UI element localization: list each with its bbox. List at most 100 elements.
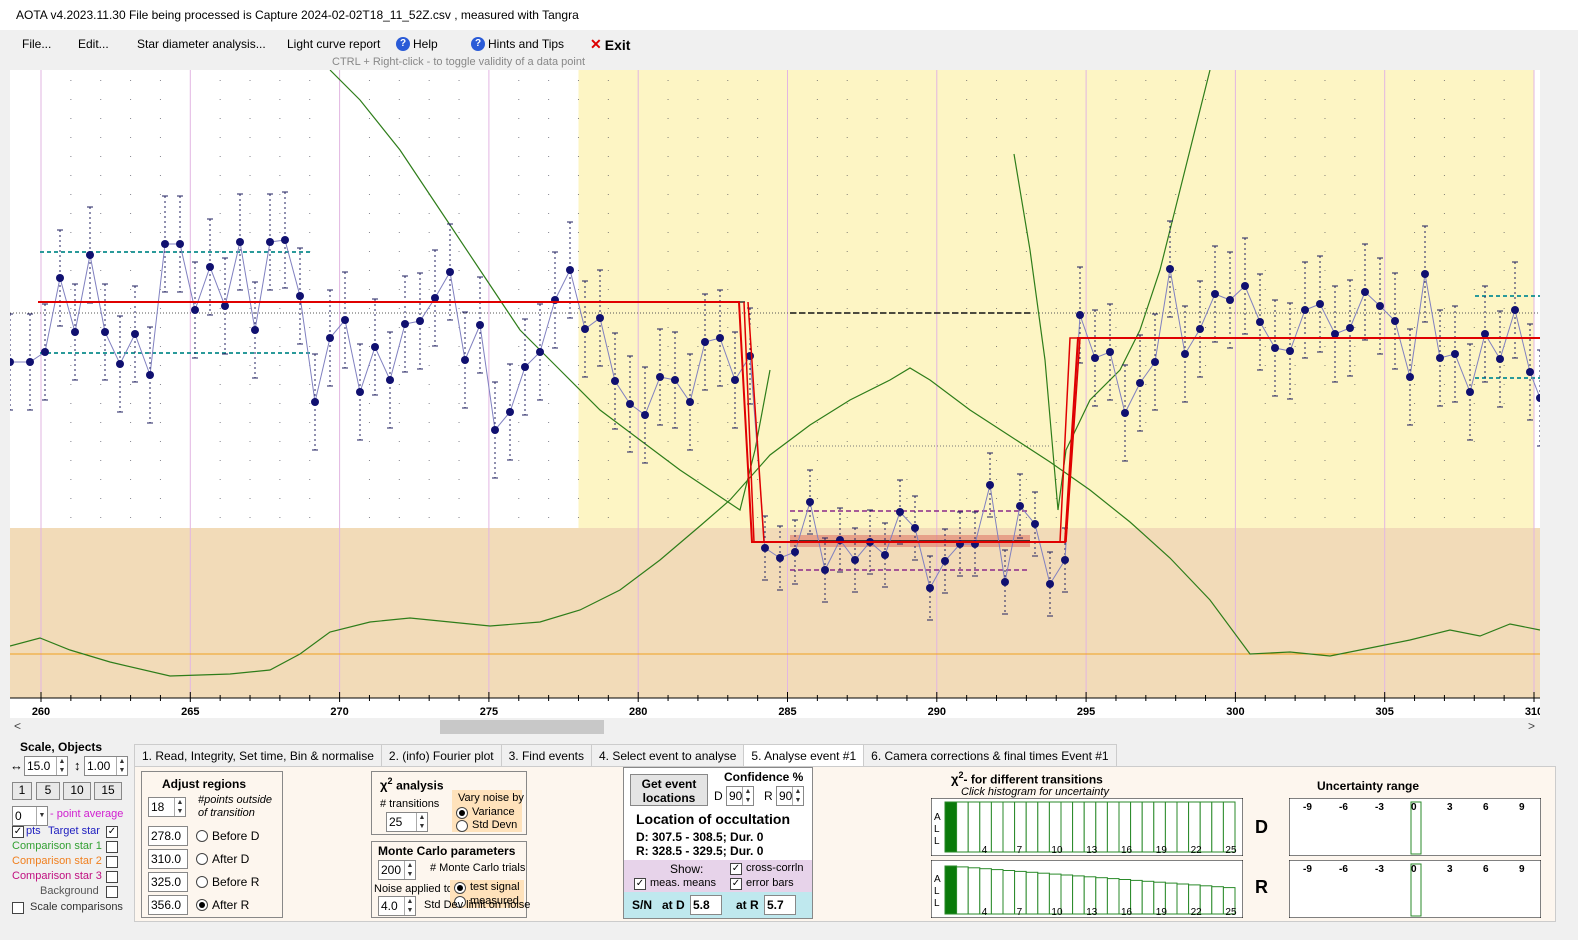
scale-btn-15[interactable]: 15 bbox=[94, 782, 122, 800]
conf-d-spinner[interactable]: 90 ▲ ▼ bbox=[726, 786, 754, 806]
scale-h-spinner[interactable]: 15.0 ▲ ▼ bbox=[24, 756, 68, 776]
before-d-field[interactable]: 278.0 bbox=[148, 826, 188, 846]
after-d-field[interactable]: 310.0 bbox=[148, 849, 188, 869]
scale-objects-panel: Scale, Objects ↔ 15.0 ▲ ▼ ↕ 1.00 ▲ ▼ 1 5 10 … bbox=[8, 738, 132, 918]
hist-bar bbox=[1072, 875, 1085, 915]
before-r-radio[interactable] bbox=[196, 876, 208, 888]
tab-find-events[interactable]: 3. Find events bbox=[500, 744, 592, 767]
spinner-arrows-icon[interactable]: ▲ ▼ bbox=[416, 813, 427, 831]
spinner-arrows-icon[interactable]: ▲ ▼ bbox=[404, 897, 415, 915]
menu-light-curve[interactable]: Light curve report bbox=[287, 37, 380, 51]
points-spinner[interactable]: 18 ▲ ▼ bbox=[148, 797, 186, 817]
hist-tick-label: 10 bbox=[1051, 907, 1063, 918]
after-r-field[interactable]: 356.0 bbox=[148, 895, 188, 915]
scale-btn-1[interactable]: 1 bbox=[12, 782, 32, 800]
spinner-arrows-icon[interactable]: ▲ ▼ bbox=[174, 798, 185, 816]
data-point bbox=[596, 314, 604, 322]
tab-analyse-event[interactable]: 5. Analyse event #1 bbox=[743, 744, 865, 767]
tab-camera-corrections[interactable]: 6. Camera corrections & final times Even… bbox=[863, 744, 1117, 767]
tab-fourier[interactable]: 2. (info) Fourier plot bbox=[380, 744, 502, 767]
data-point bbox=[131, 330, 139, 338]
after-d-radio[interactable] bbox=[196, 853, 208, 865]
data-point bbox=[206, 263, 214, 271]
hist-bar bbox=[1199, 801, 1213, 853]
test-signal-radio[interactable] bbox=[454, 882, 466, 894]
spinner-arrows-icon[interactable]: ▲ ▼ bbox=[792, 787, 803, 805]
scale-comp-checkbox[interactable] bbox=[12, 902, 24, 914]
data-point bbox=[1286, 347, 1294, 355]
menu-hints[interactable]: ? Hints and Tips bbox=[471, 37, 564, 51]
uncertainty-r[interactable]: -9 -6 -3 0 3 6 9 bbox=[1289, 860, 1541, 918]
data-point bbox=[1001, 578, 1009, 586]
tab-read[interactable]: 1. Read, Integrity, Set time, Bin & norm… bbox=[134, 744, 382, 767]
before-d-radio[interactable] bbox=[196, 830, 208, 842]
vary-label: Vary noise by bbox=[458, 792, 524, 804]
trials-spinner[interactable]: 200 ▲ ▼ bbox=[378, 860, 416, 880]
cross-checkbox[interactable]: ✓ bbox=[730, 863, 742, 875]
hist-bar bbox=[1176, 801, 1190, 853]
hist-bar bbox=[1176, 883, 1190, 915]
menu-exit[interactable]: ✕ Exit bbox=[590, 36, 630, 53]
pts-checkbox[interactable]: ✓ bbox=[12, 826, 24, 838]
scale-v-spinner[interactable]: 1.00 ▲ ▼ bbox=[84, 756, 128, 776]
menu-file[interactable]: File... bbox=[22, 37, 51, 51]
at-d-label: at D bbox=[662, 898, 685, 912]
get-event-line1: Get event bbox=[641, 777, 697, 791]
spinner-arrows-icon[interactable]: ▲ ▼ bbox=[742, 787, 753, 805]
menu-help[interactable]: ? Help bbox=[396, 37, 438, 51]
data-point bbox=[341, 316, 349, 324]
x-tick-label: 310 bbox=[1525, 706, 1540, 718]
variance-radio[interactable] bbox=[456, 807, 468, 819]
comp3-checkbox[interactable] bbox=[106, 871, 118, 883]
avg-dropdown[interactable]: 0 ▼ bbox=[12, 806, 48, 826]
uncertainty-d[interactable]: -9 -6 -3 0 3 6 9 bbox=[1289, 798, 1541, 856]
tab-select-event[interactable]: 4. Select event to analyse bbox=[590, 744, 745, 767]
hist-bar bbox=[1025, 871, 1039, 915]
scroll-left-icon[interactable]: < bbox=[14, 719, 21, 733]
background-checkbox[interactable] bbox=[106, 886, 118, 898]
window-title: AOTA v4.2023.11.30 File being processed … bbox=[16, 8, 579, 22]
scale-btn-10[interactable]: 10 bbox=[63, 782, 91, 800]
chi-histogram-d[interactable]: ALL4 7 10 13 16 19 22 25 bbox=[931, 798, 1243, 856]
data-point bbox=[356, 388, 364, 396]
light-curve-plot[interactable]: 2602652702752802852902953003053103153203… bbox=[10, 70, 1540, 718]
data-point bbox=[1331, 330, 1339, 338]
data-point bbox=[461, 356, 469, 364]
conf-r-spinner[interactable]: 90 ▲ ▼ bbox=[776, 786, 804, 806]
scroll-right-icon[interactable]: > bbox=[1528, 719, 1535, 733]
transitions-value: 25 bbox=[389, 815, 403, 829]
get-event-button[interactable]: Get event locations bbox=[630, 774, 708, 806]
data-point bbox=[1106, 348, 1114, 356]
stddevn-radio[interactable] bbox=[456, 820, 468, 832]
data-point bbox=[911, 524, 919, 532]
chi-histogram-r[interactable]: ALL4 7 10 13 16 19 22 25 bbox=[931, 860, 1243, 918]
scale-btn-5[interactable]: 5 bbox=[36, 782, 60, 800]
spinner-arrows-icon[interactable]: ▲ ▼ bbox=[116, 757, 127, 775]
errbars-checkbox[interactable]: ✓ bbox=[730, 878, 742, 890]
spinner-arrows-icon[interactable]: ▲ ▼ bbox=[56, 757, 67, 775]
hist-bar bbox=[1095, 877, 1108, 915]
before-r-field[interactable]: 325.0 bbox=[148, 872, 188, 892]
means-checkbox[interactable]: ✓ bbox=[634, 878, 646, 890]
conf-d-label: D bbox=[714, 789, 723, 803]
data-point bbox=[386, 376, 394, 384]
after-r-radio[interactable] bbox=[196, 899, 208, 911]
scroll-thumb[interactable] bbox=[440, 720, 604, 734]
hist-tick-label: 13 bbox=[1086, 845, 1098, 856]
chevron-down-icon[interactable]: ▼ bbox=[36, 807, 47, 825]
hint-text: CTRL + Right-click - to toggle validity … bbox=[332, 56, 586, 68]
horizontal-scrollbar[interactable]: < > bbox=[10, 718, 1540, 736]
data-point bbox=[281, 236, 289, 244]
spinner-arrows-icon[interactable]: ▲ ▼ bbox=[404, 861, 415, 879]
comp1-checkbox[interactable] bbox=[106, 841, 118, 853]
menu-star-diameter[interactable]: Star diameter analysis... bbox=[137, 37, 266, 51]
transitions-spinner[interactable]: 25 ▲ ▼ bbox=[386, 812, 428, 832]
hist-bar bbox=[1164, 801, 1178, 853]
menu-edit[interactable]: Edit... bbox=[78, 37, 109, 51]
target-checkbox[interactable]: ✓ bbox=[106, 826, 118, 838]
data-point bbox=[791, 548, 799, 556]
limit-spinner[interactable]: 4.0 ▲ ▼ bbox=[378, 896, 416, 916]
data-point bbox=[1256, 318, 1264, 326]
help-icon: ? bbox=[471, 37, 485, 51]
comp2-checkbox[interactable] bbox=[106, 856, 118, 868]
